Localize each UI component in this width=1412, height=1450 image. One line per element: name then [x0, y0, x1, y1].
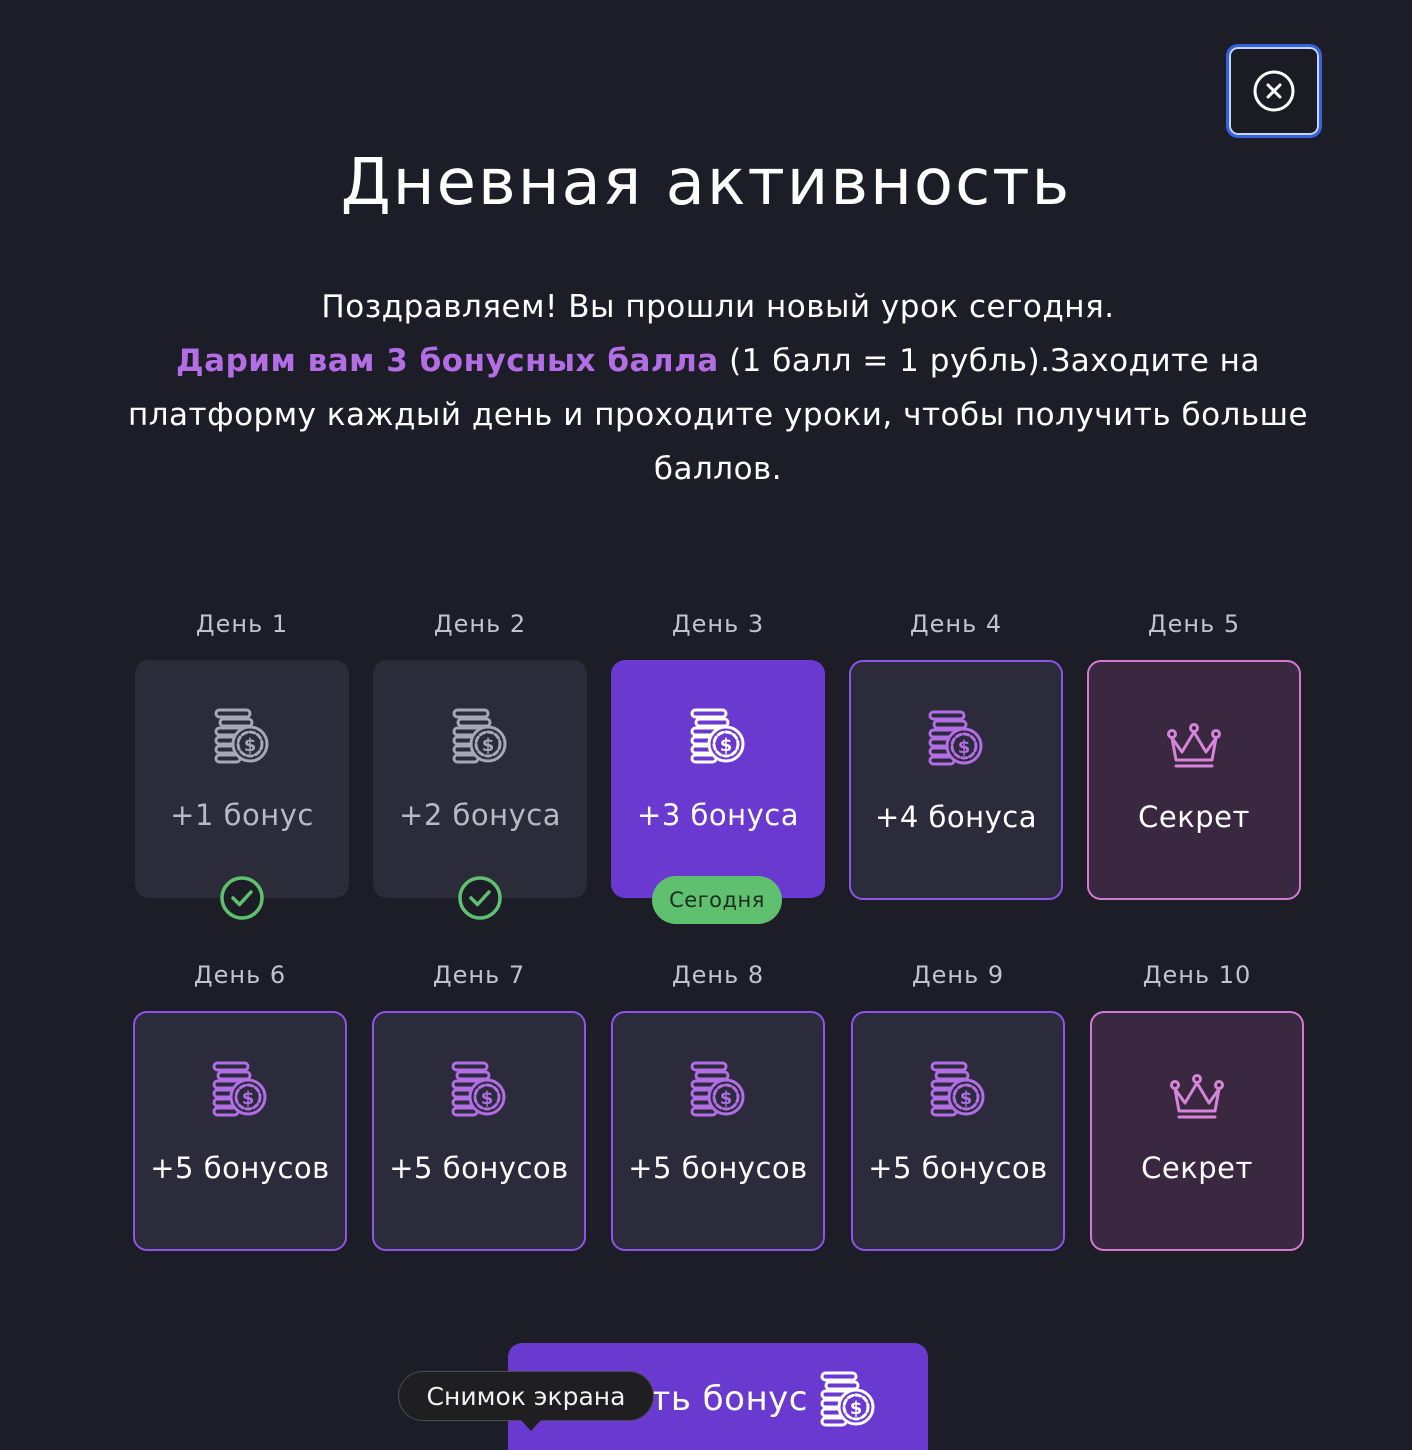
bonus-info: Дарим вам 3 бонусных балла (1 балл = 1 р… — [110, 334, 1326, 496]
svg-text:$: $ — [482, 735, 495, 756]
day-label: День 10 — [1142, 961, 1252, 989]
day-reward: +5 бонусов — [389, 1151, 569, 1185]
svg-text:$: $ — [244, 735, 257, 756]
day-reward: +2 бонуса — [399, 798, 561, 832]
coins-icon: $ — [853, 1059, 1063, 1121]
day-label: День 5 — [1147, 610, 1241, 638]
svg-text:$: $ — [850, 1398, 863, 1419]
day-label: День 3 — [671, 610, 765, 638]
svg-text:$: $ — [242, 1088, 255, 1109]
day-label: День 7 — [432, 961, 526, 989]
day-reward: +5 бонусов — [150, 1151, 330, 1185]
svg-text:$: $ — [481, 1088, 494, 1109]
day-card-3[interactable]: $ +3 бонуса — [611, 660, 825, 898]
day-card-6[interactable]: $ +5 бонусов — [133, 1011, 347, 1251]
coins-icon: $ — [373, 706, 587, 768]
day-card-4[interactable]: $ +4 бонуса — [849, 660, 1063, 900]
svg-text:$: $ — [720, 1088, 733, 1109]
day-reward: +5 бонусов — [868, 1151, 1048, 1185]
close-button[interactable] — [1226, 44, 1322, 138]
svg-text:$: $ — [958, 737, 971, 758]
day-reward: Секрет — [1141, 1151, 1253, 1185]
day-reward: +3 бонуса — [637, 798, 799, 832]
bonus-highlight: Дарим вам 3 бонусных балла — [176, 343, 719, 379]
coins-icon: $ — [135, 706, 349, 768]
crown-icon — [1092, 1073, 1302, 1121]
congrats-message: Поздравляем! Вы прошли новый урок сегодн… — [110, 280, 1326, 496]
day-label: День 8 — [671, 961, 765, 989]
day-label: День 6 — [193, 961, 287, 989]
day-card-2[interactable]: $ +2 бонуса — [373, 660, 587, 898]
coins-icon: $ — [851, 708, 1061, 770]
day-card-10[interactable]: Секрет — [1090, 1011, 1304, 1251]
coins-icon: $ — [374, 1059, 584, 1121]
day-reward: +4 бонуса — [875, 800, 1037, 834]
today-badge: Сегодня — [652, 876, 782, 924]
day-reward: +5 бонусов — [628, 1151, 808, 1185]
check-circle-icon — [457, 875, 503, 921]
screenshot-tooltip: Снимок экрана — [398, 1371, 654, 1421]
close-circle-icon — [1253, 70, 1295, 112]
coins-icon: $ — [613, 1059, 823, 1121]
day-card-7[interactable]: $ +5 бонусов — [372, 1011, 586, 1251]
svg-text:$: $ — [720, 735, 733, 756]
day-label: День 1 — [195, 610, 289, 638]
check-circle-icon — [219, 875, 265, 921]
day-label: День 9 — [911, 961, 1005, 989]
tooltip-tail — [520, 1419, 542, 1431]
day-card-9[interactable]: $ +5 бонусов — [851, 1011, 1065, 1251]
day-card-1[interactable]: $ +1 бонус — [135, 660, 349, 898]
day-label: День 4 — [909, 610, 1003, 638]
page-title: Дневная активность — [340, 146, 1072, 220]
coins-icon: $ — [611, 706, 825, 768]
crown-icon — [1089, 722, 1299, 770]
day-card-5[interactable]: Секрет — [1087, 660, 1301, 900]
day-label: День 2 — [433, 610, 527, 638]
day-card-8[interactable]: $ +5 бонусов — [611, 1011, 825, 1251]
coins-icon: $ — [818, 1369, 878, 1435]
congrats-line: Поздравляем! Вы прошли новый урок сегодн… — [321, 289, 1115, 325]
daily-activity-modal: Дневная активность Поздравляем! Вы прошл… — [0, 0, 1412, 1450]
coins-icon: $ — [135, 1059, 345, 1121]
svg-text:$: $ — [960, 1088, 973, 1109]
day-reward: Секрет — [1138, 800, 1250, 834]
day-reward: +1 бонус — [170, 798, 314, 832]
